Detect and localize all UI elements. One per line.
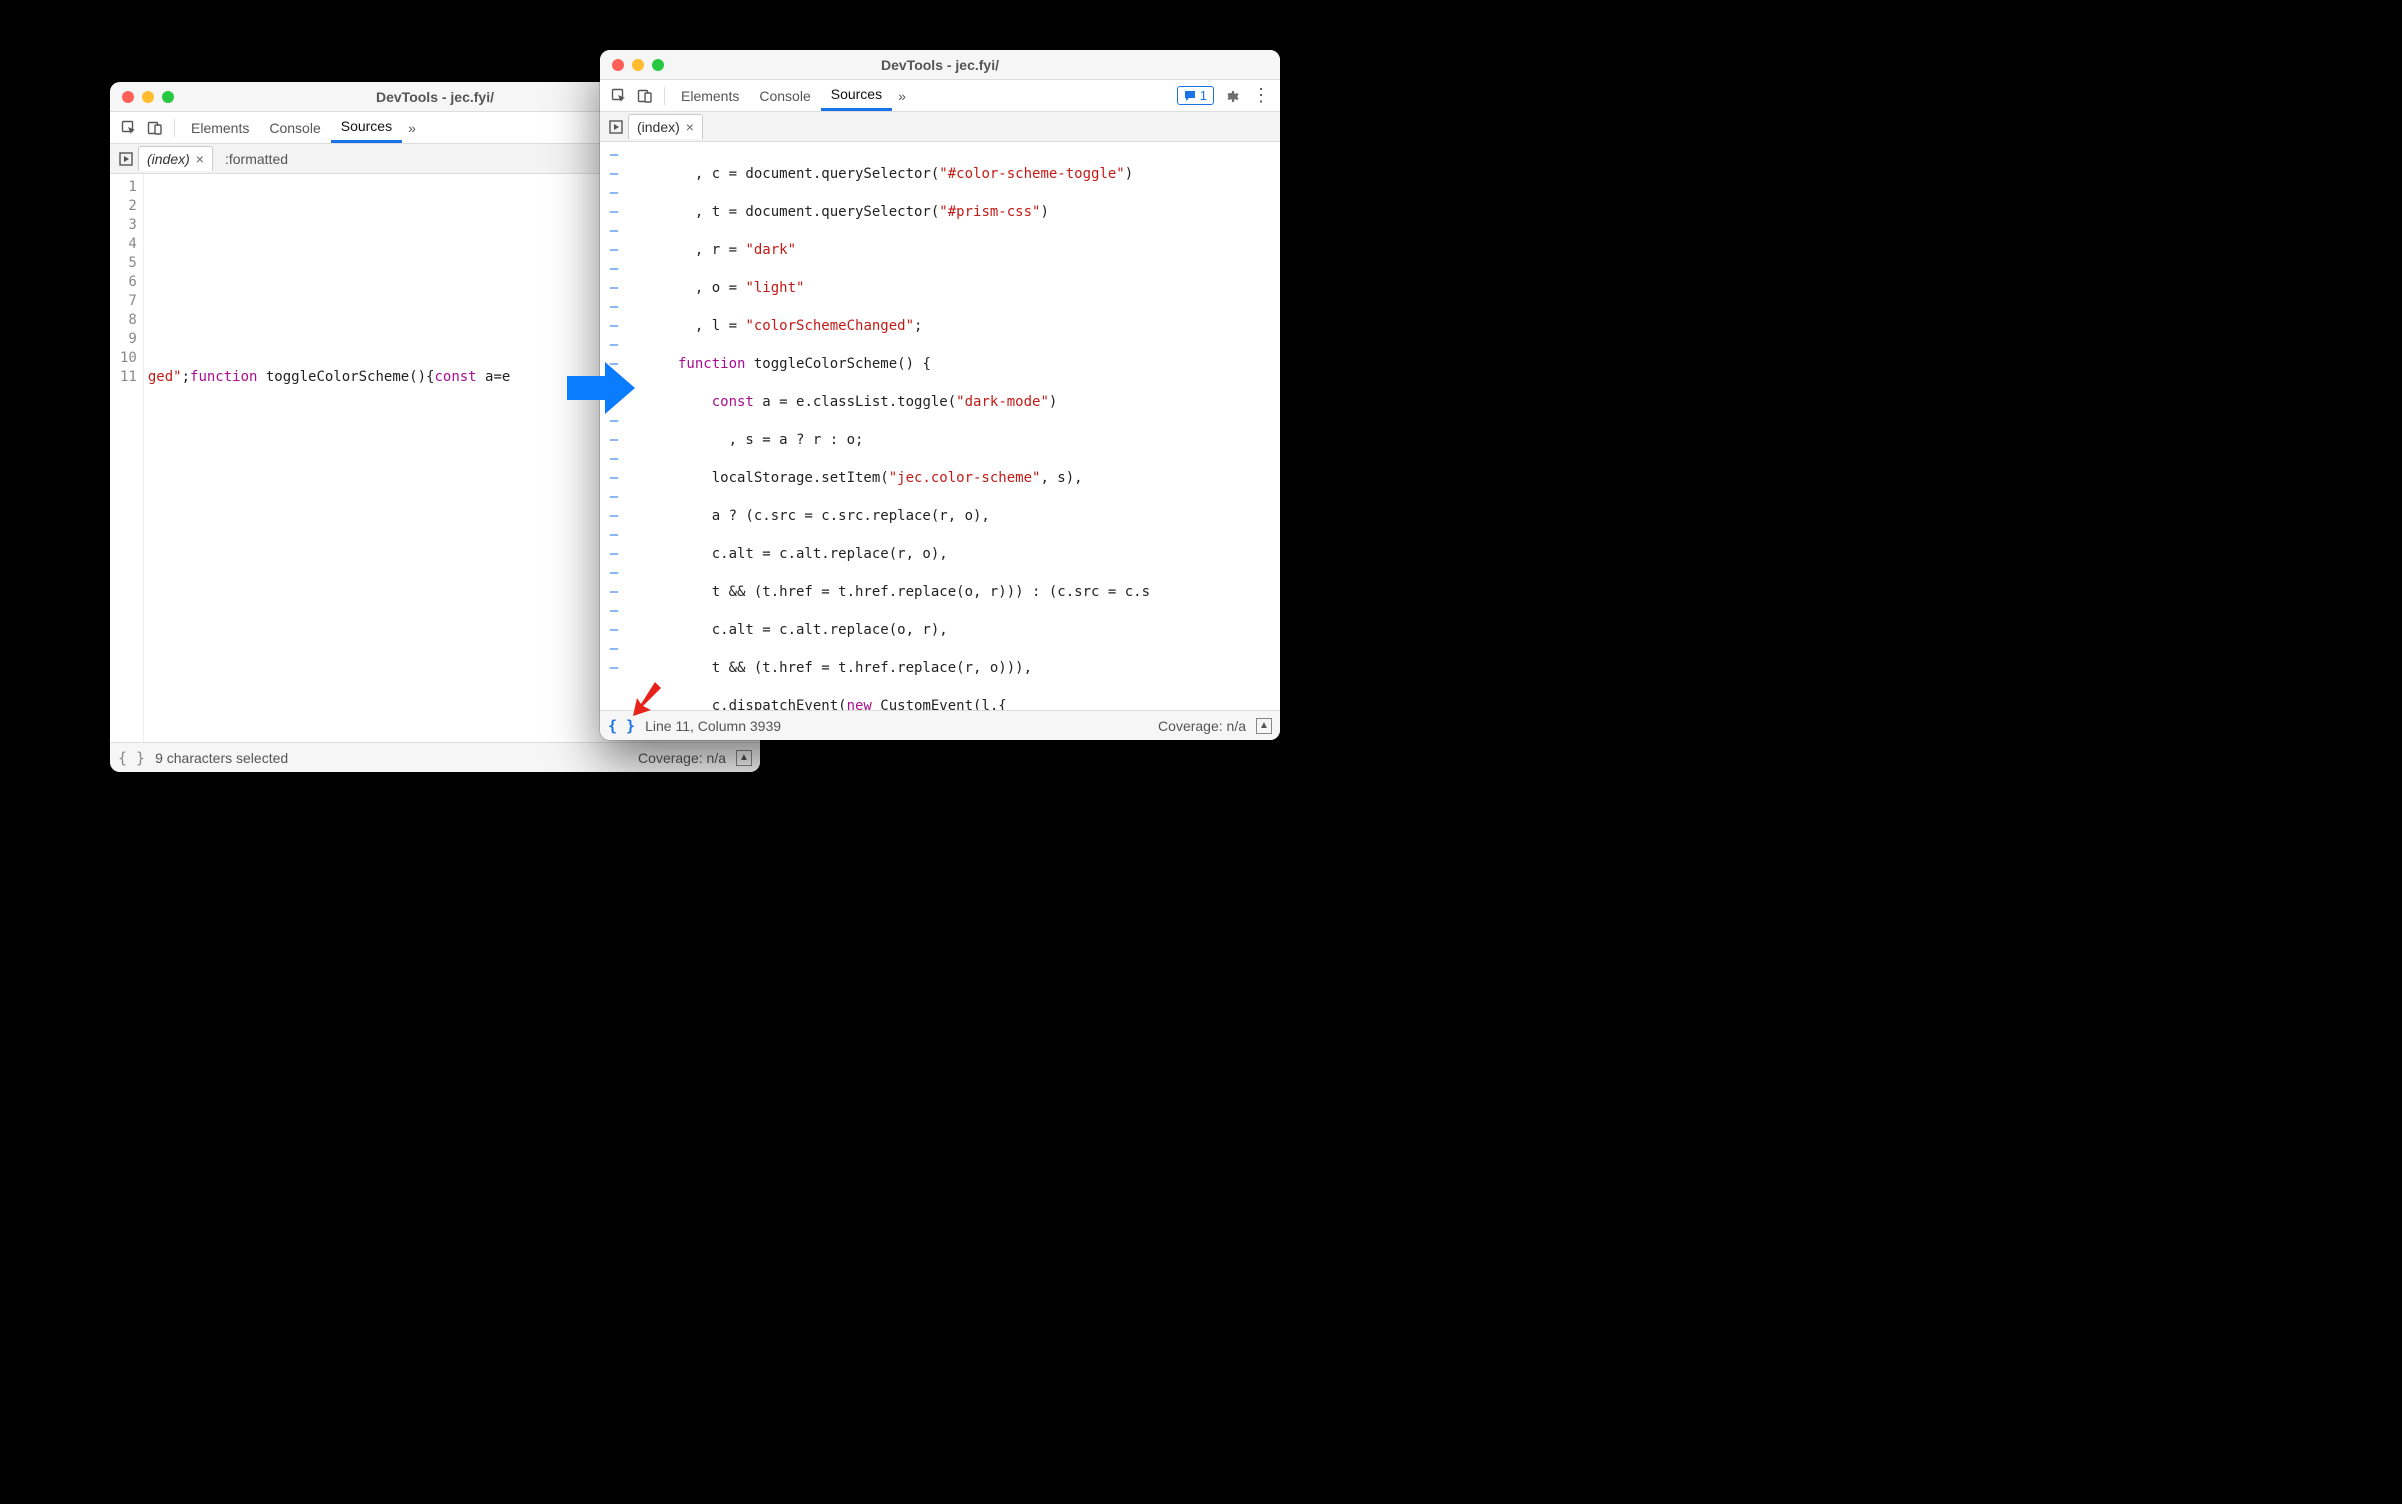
close-tab-icon[interactable]: × [686,119,694,135]
status-text: Line 11, Column 3939 [645,718,781,734]
file-tab-index[interactable]: (index) × [628,114,703,139]
more-tabs-icon[interactable]: » [402,120,422,136]
tab-elements[interactable]: Elements [181,114,259,142]
file-tab-label: (index) [637,119,680,135]
gear-icon[interactable] [1218,83,1244,109]
status-bar: { } Line 11, Column 3939 Coverage: n/a ▲ [600,710,1280,740]
coverage-text: Coverage: n/a [638,750,726,766]
close-tab-icon[interactable]: × [196,151,204,167]
tab-formatted[interactable]: :formatted [217,147,296,171]
devtools-toolbar: Elements Console Sources » 1 ⋮ [600,80,1280,112]
code-editor[interactable]: –––––––––––––––––––––––––––– , c = docum… [600,142,1280,710]
arrow-blue-icon [567,358,637,418]
code-content[interactable]: , c = document.querySelector("#color-sch… [628,142,1280,710]
inspect-icon[interactable] [116,115,142,141]
window-title: DevTools - jec.fyi/ [600,57,1280,73]
devtools-window-right: DevTools - jec.fyi/ Elements Console Sou… [600,50,1280,740]
device-toggle-icon[interactable] [632,83,658,109]
navigator-toggle-icon[interactable] [604,120,628,134]
minimize-icon[interactable] [632,59,644,71]
zoom-icon[interactable] [652,59,664,71]
titlebar: DevTools - jec.fyi/ [600,50,1280,80]
tab-sources[interactable]: Sources [821,80,892,111]
file-tab-index[interactable]: (index) × [138,146,213,171]
kebab-icon[interactable]: ⋮ [1248,83,1274,109]
line-gutter: –––––––––––––––––––––––––––– [600,142,628,710]
file-tabs: (index) × [600,112,1280,142]
inspect-icon[interactable] [606,83,632,109]
status-text: 9 characters selected [155,750,288,766]
arrow-red-icon [625,680,665,720]
minimize-icon[interactable] [142,91,154,103]
tab-console[interactable]: Console [749,82,820,110]
tab-console[interactable]: Console [259,114,330,142]
toggle-bottom-icon[interactable]: ▲ [1256,718,1272,734]
status-bar: { } 9 characters selected Coverage: n/a … [110,742,760,772]
toggle-bottom-icon[interactable]: ▲ [736,750,752,766]
messages-badge[interactable]: 1 [1177,86,1214,105]
more-tabs-icon[interactable]: » [892,88,912,104]
messages-count: 1 [1200,88,1207,103]
close-icon[interactable] [612,59,624,71]
line-gutter: 1 2 3 4 5 6 7 8 9 10 11 [110,174,144,742]
tab-sources[interactable]: Sources [331,112,402,143]
zoom-icon[interactable] [162,91,174,103]
coverage-text: Coverage: n/a [1158,718,1246,734]
tab-elements[interactable]: Elements [671,82,749,110]
navigator-toggle-icon[interactable] [114,152,138,166]
device-toggle-icon[interactable] [142,115,168,141]
pretty-print-icon[interactable]: { } [118,749,145,767]
file-tab-label: (index) [147,151,190,167]
close-icon[interactable] [122,91,134,103]
